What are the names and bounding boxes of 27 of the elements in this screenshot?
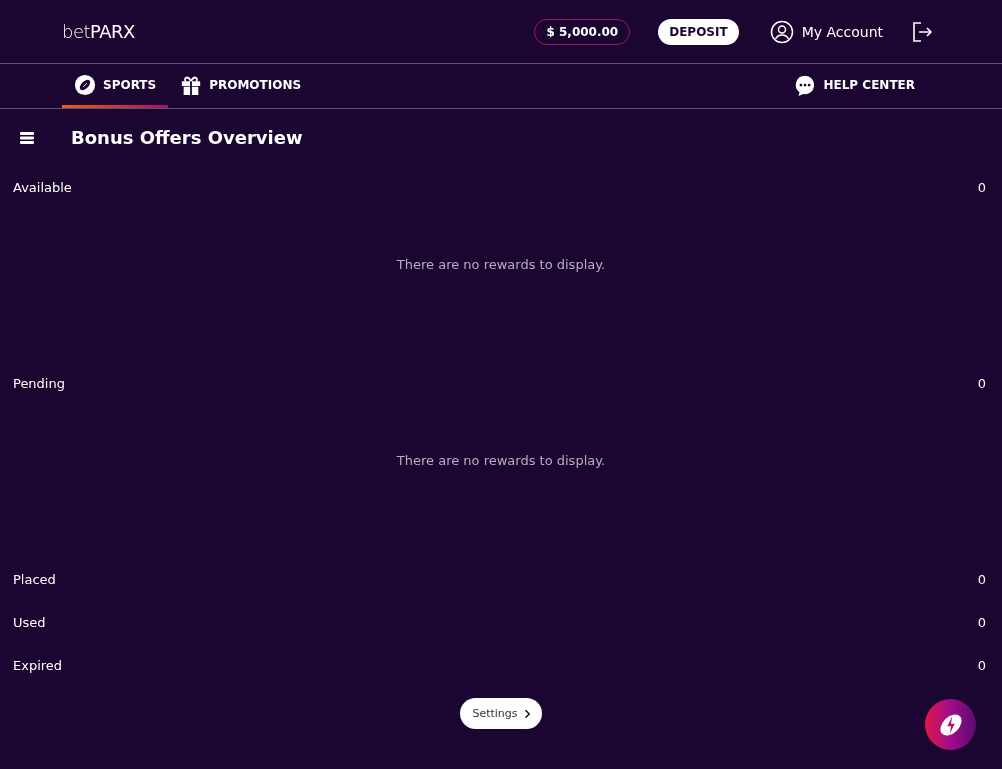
nav-tab[interactable]: PROMOTIONS bbox=[168, 64, 314, 108]
help-center-link[interactable]: HELP CENTER bbox=[782, 64, 927, 108]
section-count: 0 bbox=[977, 658, 986, 673]
section-label[interactable]: Pending bbox=[13, 376, 65, 391]
section-label[interactable]: Placed bbox=[13, 572, 56, 587]
section-label[interactable]: Available bbox=[13, 180, 72, 195]
deposit-button[interactable]: DEPOSIT bbox=[658, 18, 739, 45]
section-label[interactable]: Used bbox=[13, 615, 46, 630]
section-count: 0 bbox=[977, 376, 986, 391]
football-icon bbox=[74, 73, 96, 96]
brand-logo[interactable]: betPARX bbox=[62, 21, 135, 42]
empty-message: There are no rewards to display. bbox=[396, 453, 606, 468]
user-icon[interactable] bbox=[769, 19, 794, 44]
page-title: Bonus Offers Overview bbox=[71, 127, 303, 148]
chevron-right-icon bbox=[523, 708, 530, 719]
section-count: 0 bbox=[977, 180, 986, 195]
floating-action-button[interactable] bbox=[925, 699, 976, 750]
section-count: 0 bbox=[977, 572, 986, 587]
settings-button[interactable]: Settings bbox=[460, 698, 542, 729]
logout-icon[interactable] bbox=[910, 19, 934, 44]
empty-message: There are no rewards to display. bbox=[396, 257, 606, 272]
section-count: 0 bbox=[977, 615, 986, 630]
my-account-link[interactable]: My Account bbox=[801, 23, 883, 40]
section-label[interactable]: Expired bbox=[13, 658, 63, 673]
nav-tab[interactable]: SPORTS bbox=[62, 64, 169, 108]
chat-bubble-icon bbox=[794, 73, 817, 96]
menu-icon[interactable] bbox=[20, 130, 34, 145]
